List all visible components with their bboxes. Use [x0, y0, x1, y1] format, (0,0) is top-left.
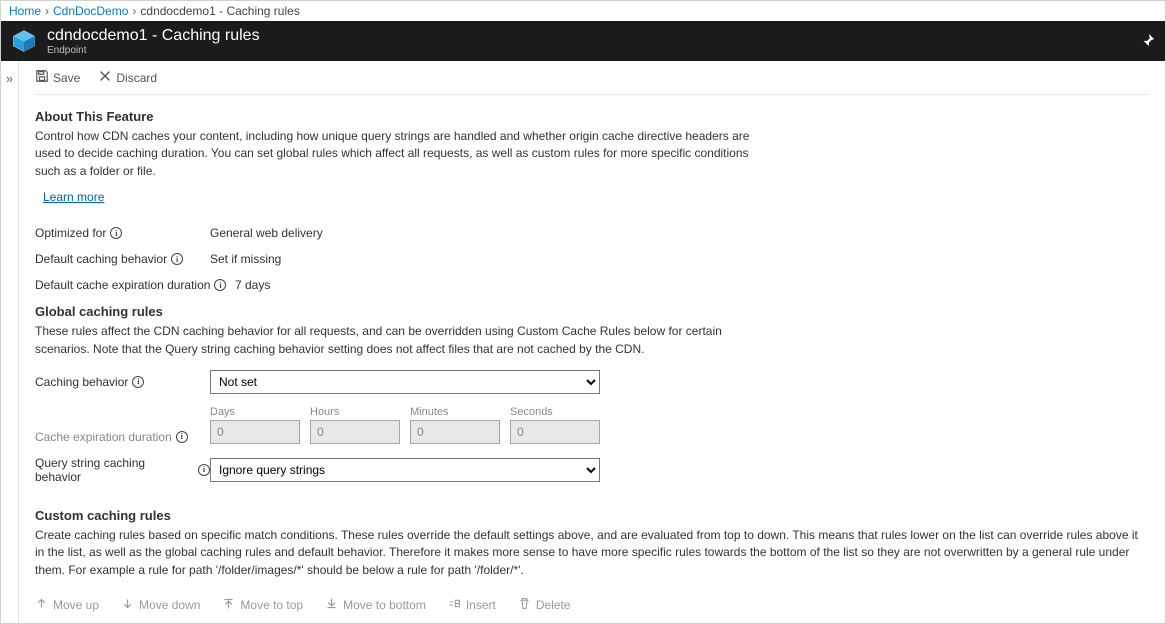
insert-button[interactable]: Insert	[448, 597, 496, 613]
info-icon[interactable]: i	[132, 376, 144, 388]
query-caching-label: Query string caching behaviori	[35, 456, 210, 484]
move-to-top-button[interactable]: Move to top	[222, 597, 303, 613]
insert-icon	[448, 597, 461, 613]
optimized-for-value: General web delivery	[210, 226, 323, 240]
default-behavior-label: Default caching behaviori	[35, 252, 210, 266]
cache-expiry-label: Cache expiration durationi	[35, 430, 210, 444]
page-subtitle: Endpoint	[47, 45, 260, 56]
hours-input	[310, 420, 400, 444]
delete-button[interactable]: Delete	[518, 597, 571, 613]
info-icon[interactable]: i	[176, 431, 188, 443]
arrow-top-icon	[222, 597, 235, 613]
move-down-button[interactable]: Move down	[121, 597, 200, 613]
optimized-for-label: Optimized fori	[35, 226, 210, 240]
rules-action-bar: Move up Move down Move to top Move to bo…	[35, 587, 1149, 623]
query-caching-select[interactable]: Ignore query strings	[210, 458, 600, 482]
custom-rules-heading: Custom caching rules	[35, 508, 1149, 523]
caching-behavior-label: Caching behaviori	[35, 375, 210, 389]
chevron-right-icon: ›	[45, 4, 49, 18]
discard-button[interactable]: Discard	[98, 69, 157, 86]
info-icon[interactable]: i	[214, 279, 226, 291]
about-description: Control how CDN caches your content, inc…	[35, 128, 755, 180]
arrow-up-icon	[35, 597, 48, 613]
minutes-input	[410, 420, 500, 444]
default-expiry-label: Default cache expiration durationi	[35, 278, 235, 292]
endpoint-icon	[11, 28, 37, 54]
breadcrumb: Home › CdnDocDemo › cdndocdemo1 - Cachin…	[1, 1, 1165, 21]
breadcrumb-home[interactable]: Home	[9, 4, 41, 18]
discard-label: Discard	[116, 71, 157, 85]
arrow-down-icon	[121, 597, 134, 613]
breadcrumb-current: cdndocdemo1 - Caching rules	[140, 4, 299, 18]
save-button[interactable]: Save	[35, 69, 80, 86]
expand-sidebar-button[interactable]: »	[1, 61, 19, 623]
hours-label: Hours	[310, 406, 400, 418]
days-label: Days	[210, 406, 300, 418]
delete-icon	[518, 597, 531, 613]
pin-icon[interactable]	[1141, 33, 1155, 50]
toolbar: Save Discard	[35, 61, 1149, 95]
page-title: cdndocdemo1 - Caching rules	[47, 27, 260, 45]
minutes-label: Minutes	[410, 406, 500, 418]
save-label: Save	[53, 71, 80, 85]
info-icon[interactable]: i	[198, 464, 210, 476]
save-icon	[35, 69, 49, 86]
discard-icon	[98, 69, 112, 86]
global-rules-description: These rules affect the CDN caching behav…	[35, 323, 755, 358]
info-icon[interactable]: i	[171, 253, 183, 265]
caching-behavior-select[interactable]: Not set	[210, 370, 600, 394]
seconds-label: Seconds	[510, 406, 600, 418]
page-header: cdndocdemo1 - Caching rules Endpoint	[1, 21, 1165, 61]
arrow-bottom-icon	[325, 597, 338, 613]
default-expiry-value: 7 days	[235, 278, 270, 292]
move-up-button[interactable]: Move up	[35, 597, 99, 613]
about-heading: About This Feature	[35, 109, 1149, 124]
chevron-right-icon: ›	[132, 4, 136, 18]
info-icon[interactable]: i	[110, 227, 122, 239]
learn-more-link[interactable]: Learn more	[43, 190, 104, 204]
custom-rules-description: Create caching rules based on specific m…	[35, 527, 1149, 579]
seconds-input	[510, 420, 600, 444]
move-to-bottom-button[interactable]: Move to bottom	[325, 597, 426, 613]
days-input	[210, 420, 300, 444]
global-rules-heading: Global caching rules	[35, 304, 1149, 319]
breadcrumb-cdndocdemo[interactable]: CdnDocDemo	[53, 4, 128, 18]
default-behavior-value: Set if missing	[210, 252, 281, 266]
